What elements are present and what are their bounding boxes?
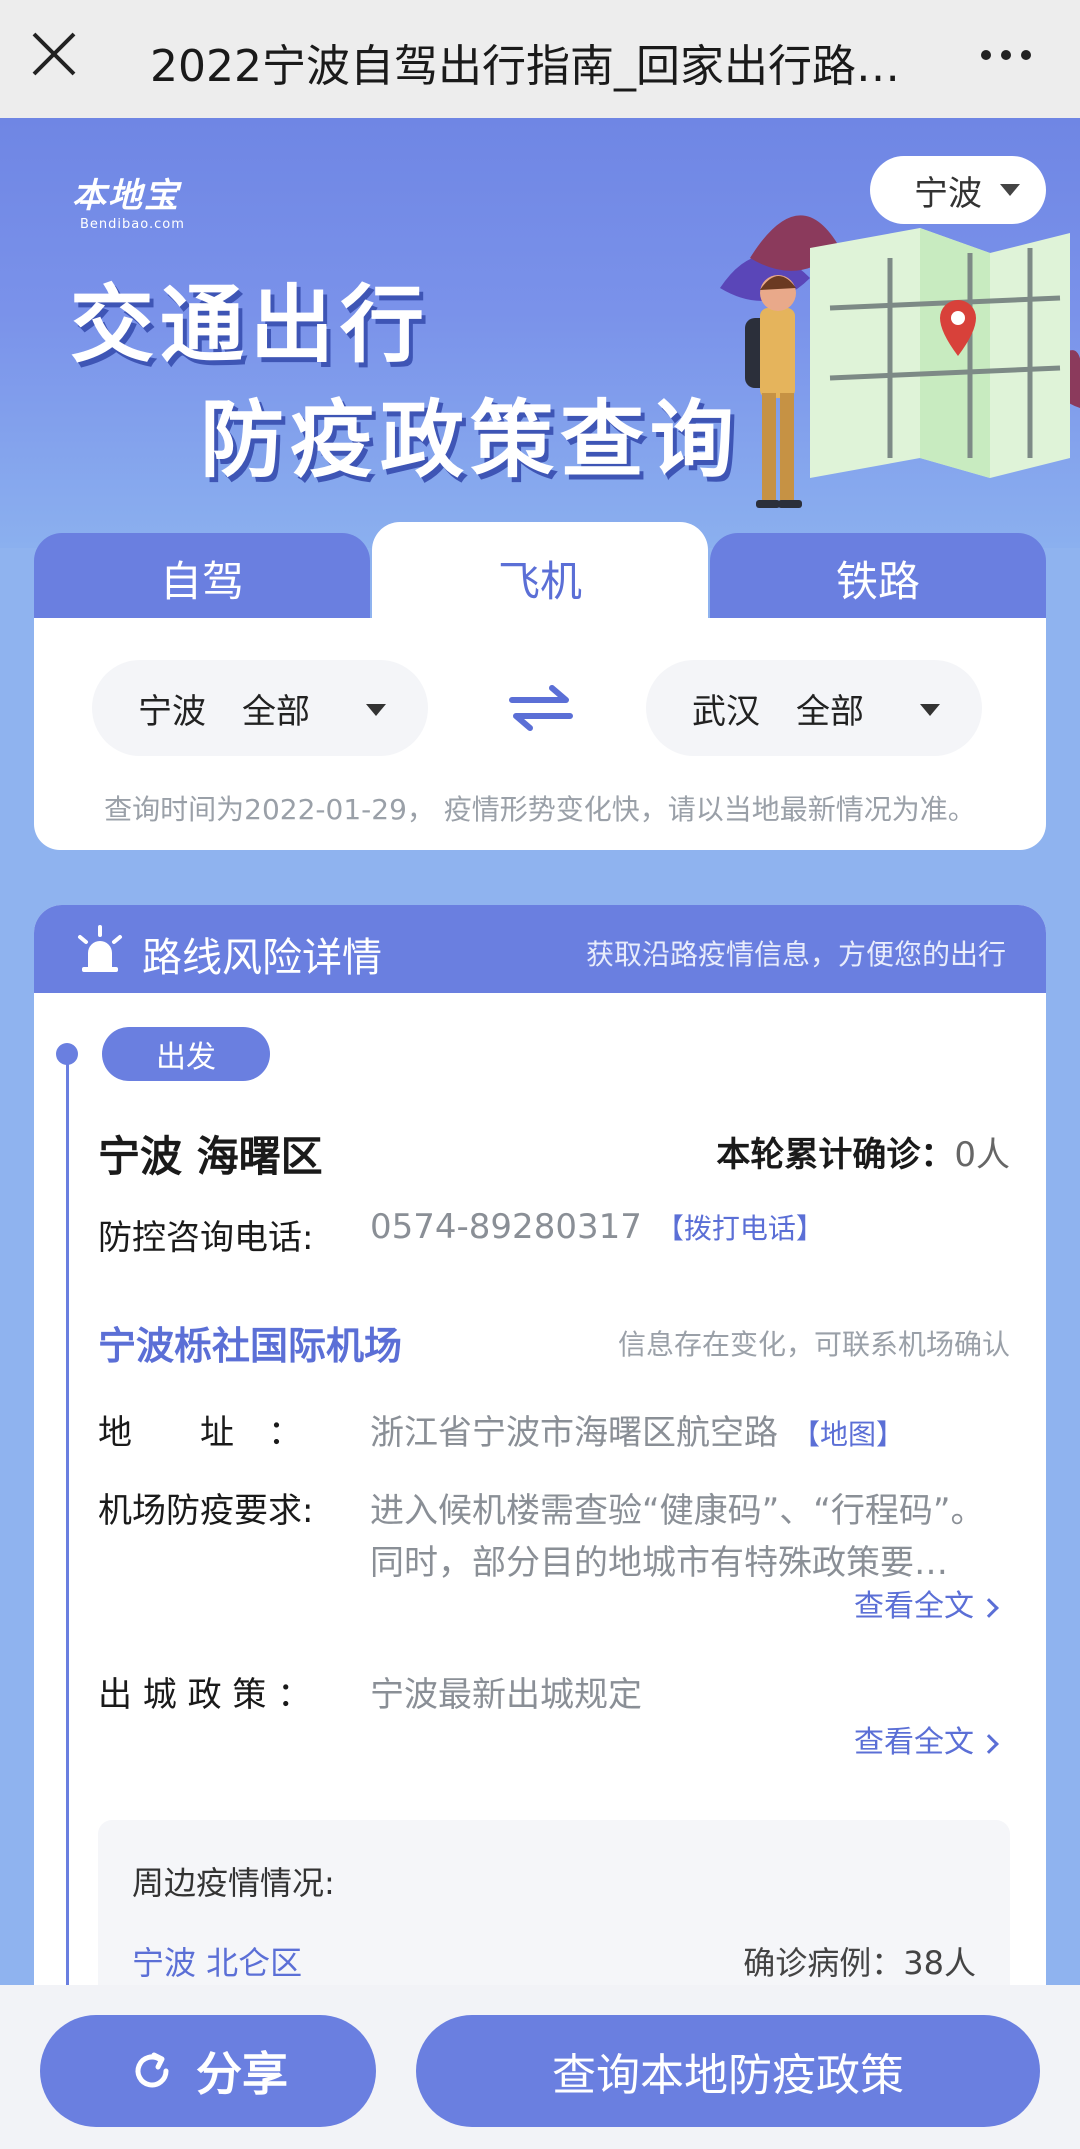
to-district: 全部 (796, 691, 864, 732)
tab-self-drive[interactable]: 自驾 (34, 533, 370, 623)
address-value: 浙江省宁波市海曙区航空路 (370, 1413, 778, 1453)
caret-down-icon (920, 704, 940, 716)
bottom-action-bar: 分享 查询本地防疫政策 (0, 1985, 1080, 2149)
banner: 本地宝 Bendibao.com 交通出行 防疫政策查询 宁波 (0, 118, 1080, 548)
route-risk-title: 路线风险详情 (142, 935, 382, 981)
to-city: 武汉 (692, 691, 760, 732)
to-selector[interactable]: 武汉 全部 (646, 660, 982, 756)
city-selector-label: 宁波 (914, 173, 982, 214)
view-full-label: 查看全文 (854, 1589, 974, 1624)
tab-airplane[interactable]: 飞机 (372, 522, 708, 634)
address-row: 浙江省宁波市海曙区航空路 【地图】 (370, 1405, 904, 1454)
view-full-text-link-2[interactable]: 查看全文 (854, 1717, 999, 1761)
map-link[interactable]: 【地图】 (792, 1418, 904, 1451)
origin-place: 宁波 海曙区 (98, 1132, 323, 1181)
logo-sub: Bendibao.com (80, 217, 185, 232)
more-icon[interactable] (976, 40, 1036, 70)
logo-main: 本地宝 (72, 176, 180, 216)
cases-label: 本轮累计确诊： (716, 1135, 955, 1175)
phone-label: 防控咨询电话: (98, 1218, 314, 1258)
transport-tab-card: 自驾 铁路 宁波 全部 武汉 全部 查询时间为2022-01-29， 疫情形势变… (34, 522, 1046, 850)
nearby-cases: 确诊病例：38人 (743, 1944, 976, 1982)
timeline-dot (56, 1043, 78, 1065)
swap-icon[interactable] (508, 680, 574, 736)
nearby-title: 周边疫情情况: (132, 1864, 335, 1902)
logo: 本地宝 Bendibao.com (72, 168, 185, 232)
banner-headline-2: 防疫政策查询 (200, 391, 741, 489)
phone-row: 0574-89280317 【拨打电话】 (370, 1207, 824, 1247)
city-selector[interactable]: 宁波 (870, 156, 1046, 224)
airport-requirement-line-1: 进入候机楼需查验“健康码”、“行程码”。 (370, 1491, 985, 1531)
from-city: 宁波 (138, 691, 206, 732)
airport-requirement-label: 机场防疫要求: (98, 1491, 314, 1531)
alarm-light-icon (78, 925, 122, 972)
airport-note: 信息存在变化，可联系机场确认 (617, 1328, 1010, 1361)
route-risk-subtitle: 获取沿路疫情信息，方便您的出行 (585, 938, 1006, 971)
address-label: 地 址 ： (98, 1413, 302, 1453)
call-phone-link[interactable]: 【拨打电话】 (656, 1212, 824, 1245)
view-full-label-2: 查看全文 (854, 1725, 974, 1760)
query-time-note: 查询时间为2022-01-29， 疫情形势变化快，请以当地最新情况为准。 (104, 793, 976, 826)
airport-requirement-line-2: 同时，部分目的地城市有特殊政策要… (370, 1543, 948, 1583)
top-bar: 2022宁波自驾出行指南_回家出行路… (0, 0, 1080, 118)
route-risk-header: 路线风险详情 获取沿路疫情信息，方便您的出行 (34, 905, 1046, 993)
exit-policy-value[interactable]: 宁波最新出城规定 (370, 1667, 642, 1716)
caret-down-icon (1000, 184, 1020, 196)
view-full-text-link[interactable]: 查看全文 (854, 1581, 999, 1625)
cumulative-cases: 本轮累计确诊：0人 (716, 1127, 1010, 1176)
page: 2022宁波自驾出行指南_回家出行路… 本地宝 Bendibao.com 交通出… (0, 0, 1080, 2149)
share-button[interactable]: 分享 (40, 2015, 376, 2127)
tab-railway[interactable]: 铁路 (710, 533, 1046, 623)
phone-value: 0574-89280317 (370, 1207, 642, 1247)
page-title: 2022宁波自驾出行指南_回家出行路… (150, 41, 900, 92)
close-icon[interactable] (28, 28, 80, 80)
depart-badge: 出发 (102, 1027, 270, 1081)
from-district: 全部 (242, 691, 310, 732)
refresh-share-icon (135, 2052, 169, 2088)
from-selector[interactable]: 宁波 全部 (92, 660, 428, 756)
nearby-area[interactable]: 宁波 北仑区 (132, 1938, 302, 1984)
share-label: 分享 (196, 2047, 288, 2101)
caret-down-icon (366, 704, 386, 716)
chevron-right-icon (979, 1733, 999, 1754)
cases-value: 0人 (954, 1135, 1010, 1175)
query-local-policy-button[interactable]: 查询本地防疫政策 (416, 2015, 1040, 2127)
banner-headline-1: 交通出行 (70, 276, 431, 374)
chevron-right-icon (979, 1597, 999, 1618)
route-risk-card: 路线风险详情 获取沿路疫情信息，方便您的出行 出发 宁波 海曙区 本轮累计确诊：… (34, 905, 1046, 2149)
exit-policy-label: 出 城 政 策 ： (98, 1675, 312, 1715)
tab-panel: 宁波 全部 武汉 全部 查询时间为2022-01-29， 疫情形势变化快，请以当… (34, 618, 1046, 850)
airport-name[interactable]: 宁波栎社国际机场 (98, 1315, 402, 1370)
